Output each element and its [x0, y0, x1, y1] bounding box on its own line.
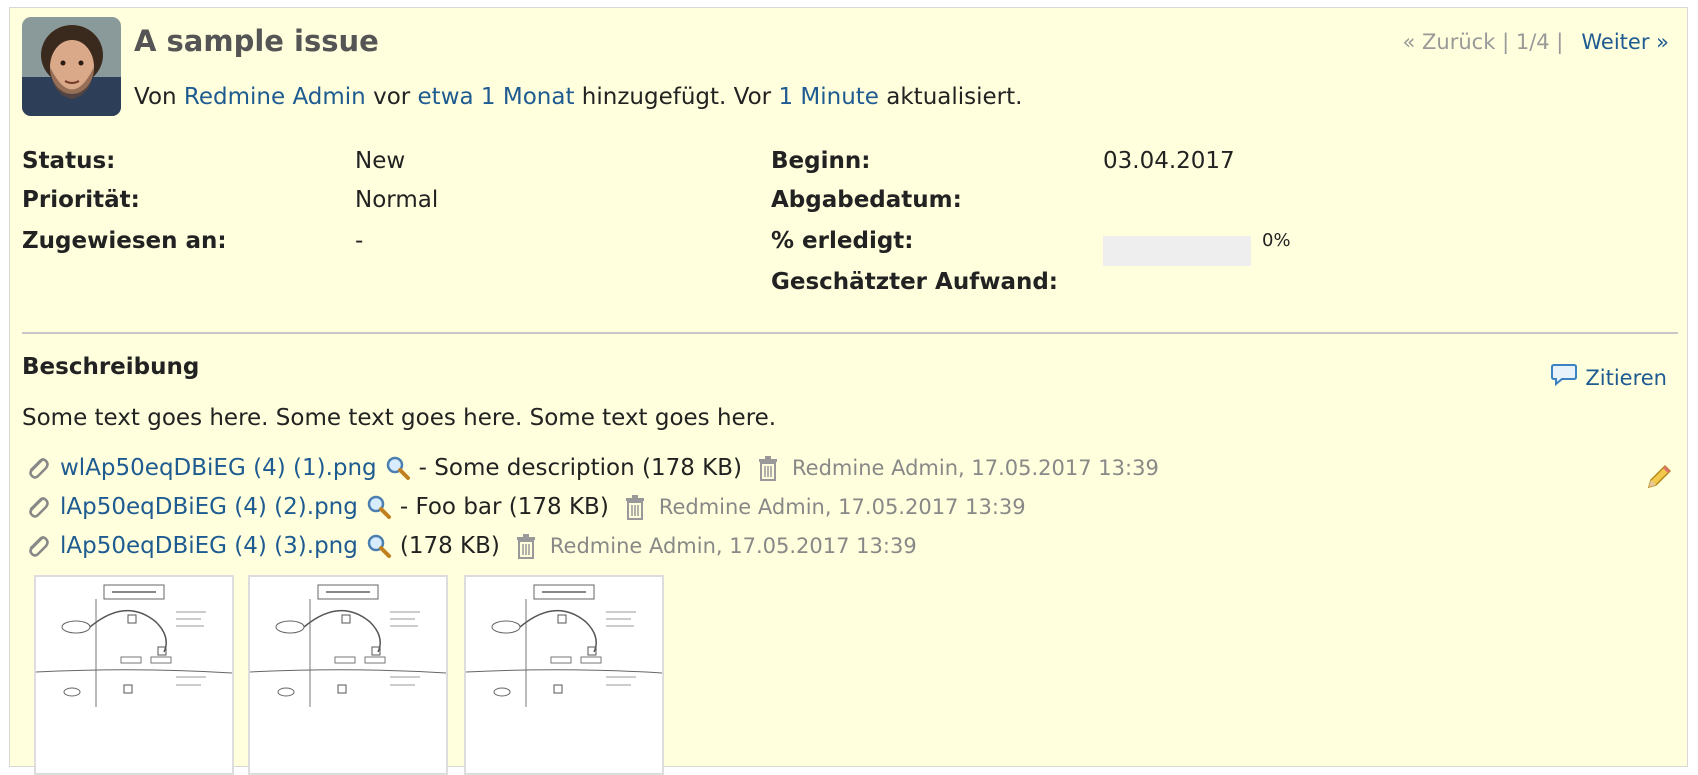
assignee-value: -: [355, 228, 364, 254]
due-date-label: Abgabedatum:: [771, 187, 962, 213]
byline-mid1: vor: [365, 84, 418, 110]
attachment-thumbnail[interactable]: [34, 575, 234, 775]
attachment-row: wlAp50eqDBiEG (4) (1).png - Some descrip…: [24, 452, 1159, 484]
issue-byline: Von Redmine Admin vor etwa 1 Monat hinzu…: [134, 84, 1022, 110]
pencil-icon[interactable]: [1645, 463, 1673, 491]
updated-ago-link[interactable]: 1 Minute: [778, 84, 879, 110]
status-label: Status:: [22, 148, 116, 174]
start-date-label: Beginn:: [771, 148, 871, 174]
avatar: [22, 17, 121, 116]
quote-label: Zitieren: [1585, 365, 1667, 390]
done-ratio-progress-bar: [1103, 236, 1251, 266]
status-value: New: [355, 148, 406, 174]
trash-icon[interactable]: [514, 533, 538, 559]
estimated-time-label: Geschätzter Aufwand:: [771, 269, 1059, 295]
attachment-description: - Foo bar (178 KB): [399, 494, 609, 520]
attachment-link[interactable]: lAp50eqDBiEG (4) (3).png: [60, 533, 358, 559]
attribute-row: Geschätzter Aufwand:: [22, 269, 1672, 305]
pager-separator-2: |: [1549, 30, 1564, 54]
attachment-thumbnail[interactable]: [464, 575, 664, 775]
done-ratio-label: % erledigt:: [771, 228, 914, 254]
priority-value: Normal: [355, 187, 439, 213]
quote-button[interactable]: Zitieren: [1551, 363, 1667, 392]
next-link[interactable]: Weiter »: [1581, 30, 1669, 54]
attachment-link[interactable]: wlAp50eqDBiEG (4) (1).png: [60, 455, 377, 481]
attachment-meta: Redmine Admin, 17.05.2017 13:39: [549, 534, 917, 558]
attribute-row: Priorität: Normal Abgabedatum:: [22, 187, 1672, 223]
priority-label: Priorität:: [22, 187, 140, 213]
attachment-meta: Redmine Admin, 17.05.2017 13:39: [792, 456, 1159, 480]
byline-prefix: Von: [134, 84, 184, 110]
attachment-description: (178 KB): [399, 533, 500, 559]
issue-panel: A sample issue Von Redmine Admin vor etw…: [9, 7, 1688, 775]
paperclip-icon: [24, 494, 50, 520]
pager-separator: |: [1495, 30, 1516, 54]
pager-position: 1/4: [1515, 30, 1550, 54]
attribute-row: Zugewiesen an: - % erledigt: 0%: [22, 228, 1672, 266]
paperclip-icon: [24, 533, 50, 559]
magnifier-icon[interactable]: [385, 455, 411, 481]
assignee-label: Zugewiesen an:: [22, 228, 227, 254]
attribute-row: Status: New Beginn: 03.04.2017: [22, 148, 1672, 184]
description-text: Some text goes here. Some text goes here…: [22, 405, 777, 431]
attachment-row: lAp50eqDBiEG (4) (3).png (178 KB) Redmin…: [24, 530, 917, 562]
done-ratio-value: 0%: [1262, 230, 1291, 251]
byline-suffix: aktualisiert.: [878, 84, 1023, 110]
divider: [22, 332, 1678, 334]
attachment-description: - Some description (178 KB): [418, 455, 743, 481]
attachment-meta: Redmine Admin, 17.05.2017 13:39: [658, 495, 1026, 519]
magnifier-icon[interactable]: [366, 494, 392, 520]
previous-link-disabled: « Zurück: [1402, 30, 1496, 54]
created-ago-link[interactable]: etwa 1 Monat: [418, 84, 575, 110]
attachment-thumbnail[interactable]: [248, 575, 448, 775]
start-date-value: 03.04.2017: [1103, 148, 1235, 174]
description-title: Beschreibung: [22, 354, 200, 380]
issue-title: A sample issue: [134, 24, 379, 58]
attachment-row: lAp50eqDBiEG (4) (2).png - Foo bar (178 …: [24, 491, 1026, 523]
speech-bubble-icon: [1551, 363, 1578, 392]
author-link[interactable]: Redmine Admin: [184, 84, 366, 110]
paperclip-icon: [24, 455, 50, 481]
magnifier-icon[interactable]: [366, 533, 392, 559]
issue-pager: « Zurück | 1/4 | Weiter »: [1403, 30, 1669, 54]
attachment-link[interactable]: lAp50eqDBiEG (4) (2).png: [60, 494, 358, 520]
trash-icon[interactable]: [756, 455, 780, 481]
byline-mid2: hinzugefügt. Vor: [574, 84, 779, 110]
trash-icon[interactable]: [623, 494, 647, 520]
